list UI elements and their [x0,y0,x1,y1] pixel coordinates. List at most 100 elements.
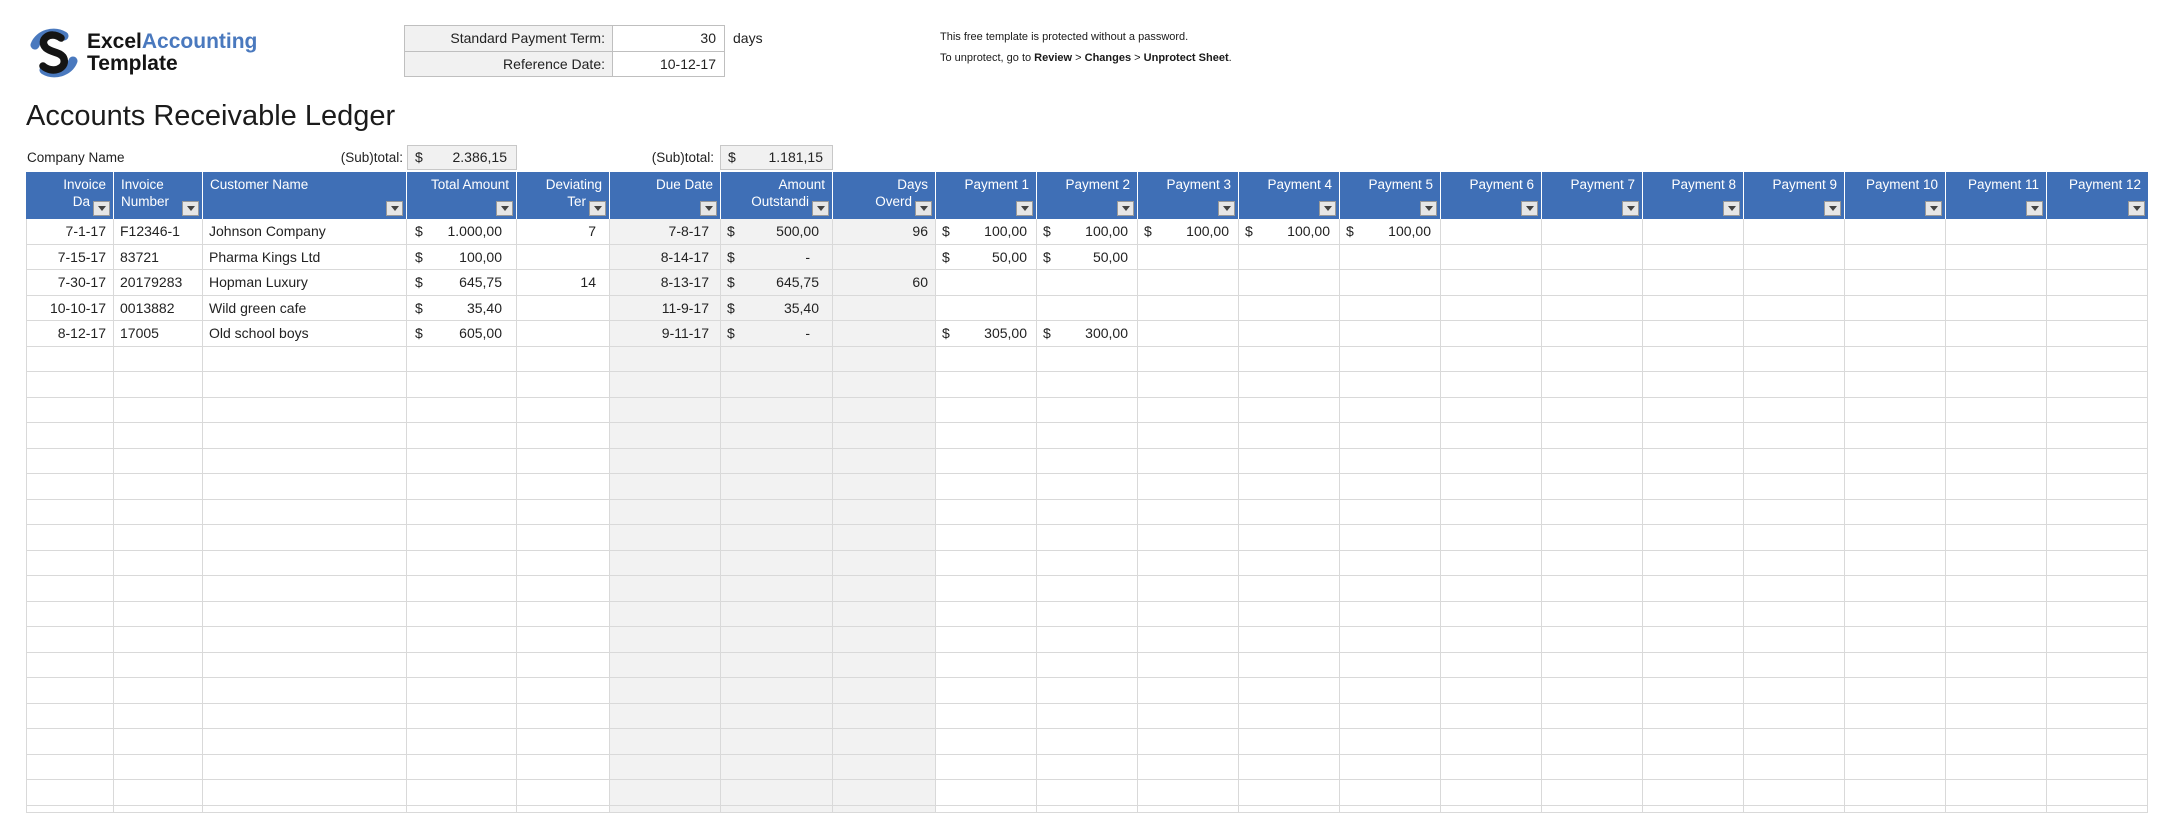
cell-payment-10[interactable] [1845,805,1946,812]
cell-payment-6[interactable] [1441,219,1542,245]
cell-payment-8[interactable] [1643,244,1744,270]
cell-deviating-term[interactable] [517,448,610,474]
cell-payment-8[interactable] [1643,219,1744,245]
cell-customer-name[interactable] [203,652,407,678]
cell-payment-5[interactable] [1340,703,1441,729]
filter-dropdown-button-payment-12[interactable] [2128,201,2145,216]
cell-customer-name[interactable] [203,627,407,653]
cell-payment-3[interactable] [1138,372,1239,398]
cell-payment-9[interactable] [1744,601,1845,627]
cell-customer-name[interactable] [203,754,407,780]
cell-payment-4[interactable] [1239,397,1340,423]
cell-payment-8[interactable] [1643,780,1744,806]
cell-payment-5[interactable] [1340,346,1441,372]
cell-payment-7[interactable] [1542,474,1643,500]
cell-payment-10[interactable] [1845,244,1946,270]
cell-due-date[interactable]: 9-11-17 [610,321,721,347]
cell-payment-1[interactable] [936,270,1037,296]
filter-dropdown-button-payment-2[interactable] [1117,201,1134,216]
filter-dropdown-button-payment-9[interactable] [1824,201,1841,216]
cell-payment-11[interactable] [1946,729,2047,755]
cell-amount-outstanding[interactable] [721,397,833,423]
cell-payment-5[interactable] [1340,780,1441,806]
cell-payment-1[interactable] [936,576,1037,602]
cell-invoice-date[interactable]: 7-15-17 [26,244,114,270]
cell-payment-8[interactable] [1643,346,1744,372]
cell-payment-7[interactable] [1542,652,1643,678]
cell-amount-outstanding[interactable]: $645,75 [721,270,833,296]
cell-payment-5[interactable] [1340,244,1441,270]
cell-amount-outstanding[interactable] [721,474,833,500]
cell-customer-name[interactable] [203,397,407,423]
cell-payment-3[interactable] [1138,550,1239,576]
cell-payment-3[interactable] [1138,754,1239,780]
cell-customer-name[interactable] [203,550,407,576]
cell-invoice-date[interactable] [26,576,114,602]
cell-payment-12[interactable] [2047,397,2148,423]
cell-due-date[interactable] [610,423,721,449]
cell-deviating-term[interactable] [517,550,610,576]
cell-payment-3[interactable] [1138,729,1239,755]
cell-payment-11[interactable] [1946,703,2047,729]
cell-payment-5[interactable] [1340,321,1441,347]
cell-payment-9[interactable] [1744,525,1845,551]
cell-payment-1[interactable] [936,780,1037,806]
cell-invoice-date[interactable]: 7-30-17 [26,270,114,296]
cell-payment-5[interactable] [1340,754,1441,780]
standard-payment-term-value[interactable]: 30 [613,26,724,51]
cell-payment-2[interactable] [1037,423,1138,449]
cell-customer-name[interactable] [203,346,407,372]
cell-invoice-number[interactable] [114,448,203,474]
cell-invoice-number[interactable] [114,729,203,755]
cell-payment-3[interactable] [1138,780,1239,806]
cell-deviating-term[interactable] [517,525,610,551]
filter-dropdown-button-amount-outstanding[interactable] [812,201,829,216]
filter-dropdown-button-payment-7[interactable] [1622,201,1639,216]
cell-due-date[interactable] [610,448,721,474]
cell-payment-4[interactable] [1239,601,1340,627]
cell-payment-6[interactable] [1441,754,1542,780]
cell-days-overdue[interactable] [833,780,936,806]
cell-invoice-date[interactable] [26,703,114,729]
cell-total-amount[interactable] [407,652,517,678]
cell-total-amount[interactable] [407,423,517,449]
filter-dropdown-button-payment-10[interactable] [1925,201,1942,216]
cell-payment-2[interactable] [1037,601,1138,627]
cell-amount-outstanding[interactable] [721,576,833,602]
cell-payment-4[interactable] [1239,474,1340,500]
cell-payment-4[interactable] [1239,346,1340,372]
cell-payment-12[interactable] [2047,474,2148,500]
filter-dropdown-button-customer-name[interactable] [386,201,403,216]
cell-due-date[interactable] [610,474,721,500]
cell-payment-6[interactable] [1441,601,1542,627]
cell-payment-9[interactable] [1744,346,1845,372]
cell-payment-9[interactable] [1744,448,1845,474]
cell-deviating-term[interactable] [517,474,610,500]
cell-due-date[interactable] [610,525,721,551]
cell-payment-1[interactable] [936,423,1037,449]
cell-payment-6[interactable] [1441,652,1542,678]
cell-invoice-date[interactable] [26,423,114,449]
cell-payment-11[interactable] [1946,576,2047,602]
cell-payment-10[interactable] [1845,397,1946,423]
cell-payment-3[interactable] [1138,423,1239,449]
cell-payment-6[interactable] [1441,627,1542,653]
cell-payment-11[interactable] [1946,627,2047,653]
cell-total-amount[interactable] [407,729,517,755]
cell-payment-5[interactable] [1340,295,1441,321]
cell-payment-5[interactable] [1340,397,1441,423]
cell-payment-2[interactable] [1037,397,1138,423]
cell-payment-7[interactable] [1542,295,1643,321]
cell-payment-11[interactable] [1946,805,2047,812]
cell-invoice-number[interactable] [114,474,203,500]
cell-customer-name[interactable] [203,423,407,449]
cell-payment-12[interactable] [2047,805,2148,812]
cell-invoice-date[interactable]: 7-1-17 [26,219,114,245]
cell-invoice-date[interactable] [26,397,114,423]
cell-payment-6[interactable] [1441,805,1542,812]
filter-dropdown-button-deviating-term[interactable] [589,201,606,216]
filter-dropdown-button-payment-4[interactable] [1319,201,1336,216]
cell-payment-6[interactable] [1441,244,1542,270]
cell-payment-6[interactable] [1441,321,1542,347]
cell-days-overdue[interactable]: 96 [833,219,936,245]
